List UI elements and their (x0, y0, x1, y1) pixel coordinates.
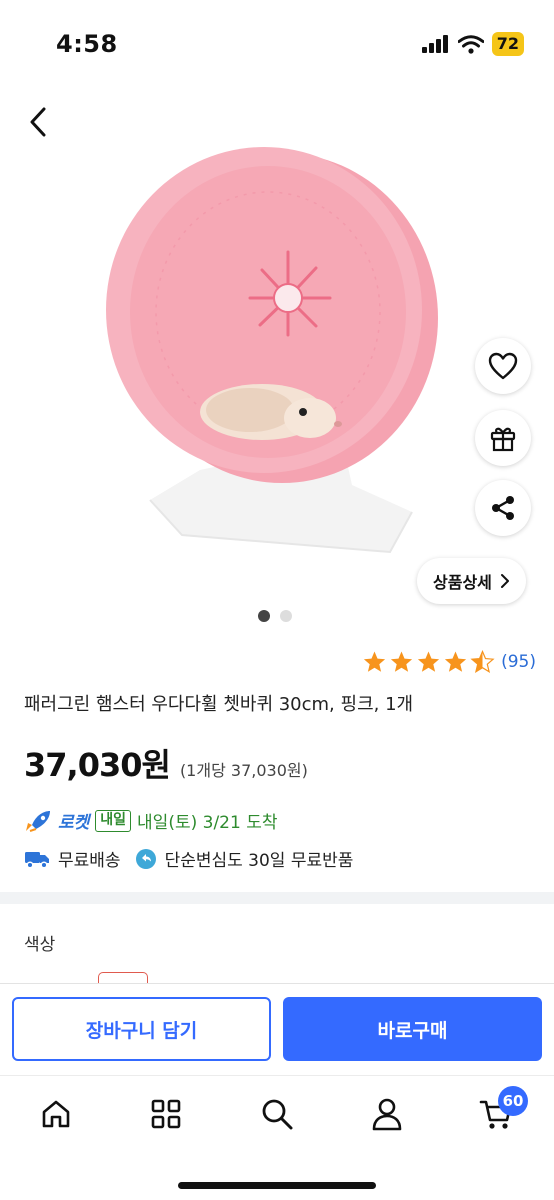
pagination-dot[interactable] (280, 610, 292, 622)
star-half-icon (470, 650, 495, 673)
arrival-date: 내일(토) 3/21 도착 (137, 813, 278, 833)
rocket-label: 로켓 (58, 813, 90, 833)
add-to-cart-button[interactable]: 장바구니 담기 (12, 997, 271, 1061)
gift-button[interactable] (475, 410, 531, 466)
home-icon (42, 1100, 70, 1128)
star-icon (417, 651, 440, 672)
product-title: 패러그린 햄스터 우다다휠 쳇바퀴 30cm, 핑크, 1개 (24, 694, 414, 715)
back-button[interactable] (18, 100, 58, 144)
wishlist-button[interactable] (475, 338, 531, 394)
nav-cart[interactable]: 60 (466, 1086, 528, 1138)
share-button[interactable] (475, 480, 531, 536)
unit-price: (1개당 37,030원) (179, 761, 308, 780)
bottom-nav: 60 (0, 1075, 554, 1200)
signal-icon (421, 35, 448, 53)
benefits: 무료배송 단순변심도 30일 무료반품 (24, 846, 353, 871)
nav-search[interactable] (247, 1090, 307, 1138)
product-image (106, 147, 438, 554)
heart-icon (488, 352, 518, 380)
free-return: 단순변심도 30일 무료반품 (164, 851, 354, 871)
status-time: 4:58 (56, 30, 118, 58)
product-detail-button[interactable]: 상품상세 (417, 558, 526, 604)
status-icons: 72 (421, 32, 524, 56)
image-pagination (258, 610, 292, 622)
category-icon (151, 1099, 181, 1129)
cart-count-badge: 60 (498, 1086, 528, 1116)
battery-indicator: 72 (491, 32, 524, 56)
chevron-left-icon (30, 107, 46, 137)
pagination-dot-active[interactable] (258, 610, 270, 622)
status-bar: 4:58 72 (0, 0, 554, 88)
return-icon (135, 848, 156, 869)
home-indicator (178, 1182, 376, 1189)
rocket-icon (26, 810, 50, 832)
free-shipping: 무료배송 (58, 851, 121, 871)
delivery-info: 로켓 내일 내일(토) 3/21 도착 (24, 808, 278, 833)
review-count[interactable]: (95) (501, 652, 536, 672)
price: 37,030원 (24, 746, 171, 784)
purchase-action-bar: 장바구니 담기 바로구매 (0, 983, 554, 1075)
share-icon (492, 496, 514, 520)
nav-my-account[interactable] (357, 1090, 417, 1138)
product-detail-label: 상품상세 (433, 573, 492, 592)
star-icon (363, 651, 386, 672)
gift-icon (490, 427, 516, 452)
rating[interactable]: (95) (362, 650, 536, 674)
buy-now-button[interactable]: 바로구매 (283, 997, 542, 1061)
chevron-right-icon (500, 574, 509, 588)
user-icon (372, 1098, 402, 1131)
star-icon (390, 651, 413, 672)
delivery-badge: 내일 (95, 809, 132, 832)
nav-home[interactable] (26, 1090, 86, 1138)
nav-category[interactable] (136, 1090, 196, 1138)
star-icon (444, 651, 467, 672)
search-icon (262, 1099, 293, 1130)
option-label: 색상 (24, 935, 56, 955)
price-row: 37,030원 (1개당 37,030원) (24, 740, 308, 786)
truck-icon (25, 851, 49, 869)
section-divider (0, 892, 554, 904)
wifi-icon (457, 34, 484, 54)
